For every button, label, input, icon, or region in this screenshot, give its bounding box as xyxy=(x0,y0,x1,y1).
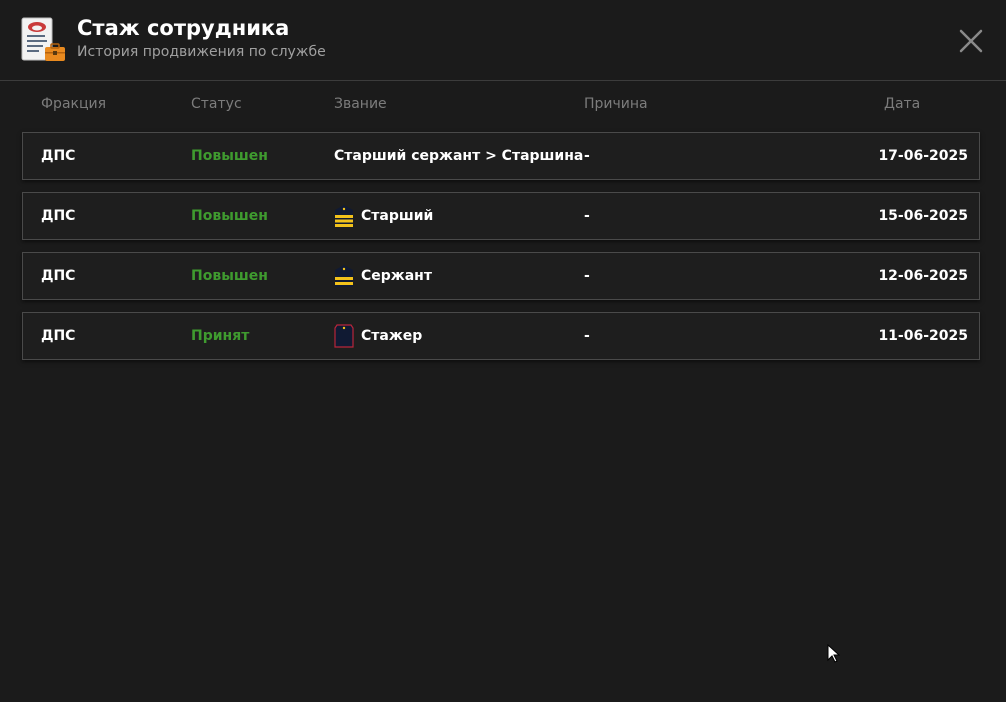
table-header: Фракция Статус Звание Причина Дата xyxy=(22,96,980,116)
document-briefcase-icon xyxy=(21,17,65,61)
rank-label: Стажер xyxy=(361,328,423,344)
date-cell: 15-06-2025 xyxy=(878,208,968,224)
reason-cell: - xyxy=(584,208,590,224)
status-cell: Повышен xyxy=(191,268,268,284)
faction-cell: ДПС xyxy=(41,148,76,164)
table-row: ДПС Принят Стажер - 11-06-2025 xyxy=(22,312,980,360)
table-row: ДПС Повышен Старший - 15-06-2025 xyxy=(22,192,980,240)
page-title: Стаж сотрудника xyxy=(77,16,290,40)
column-header-faction: Фракция xyxy=(41,96,107,112)
page-subtitle: История продвижения по службе xyxy=(77,44,326,60)
mouse-cursor-icon xyxy=(827,644,840,663)
column-header-rank: Звание xyxy=(334,96,387,112)
reason-cell: - xyxy=(584,268,590,284)
status-cell: Повышен xyxy=(191,208,268,224)
date-cell: 11-06-2025 xyxy=(878,328,968,344)
rank-label: Старший сержант > Старшина xyxy=(334,148,584,164)
table-row: ДПС Повышен Сержант - 12-06-2025 xyxy=(22,252,980,300)
rank-cell: Стажер xyxy=(334,313,422,359)
close-icon[interactable] xyxy=(956,26,986,56)
column-header-reason: Причина xyxy=(584,96,648,112)
shoulder-board-stripes-icon xyxy=(335,265,353,287)
seniority-window: Стаж сотрудника История продвижения по с… xyxy=(0,0,1006,702)
faction-cell: ДПС xyxy=(41,328,76,344)
shoulder-board-trainee-icon xyxy=(334,324,354,348)
faction-cell: ДПС xyxy=(41,268,76,284)
reason-cell: - xyxy=(584,328,590,344)
table-row: ДПС Повышен Старший сержант > Старшина -… xyxy=(22,132,980,180)
rank-cell: Старший xyxy=(334,193,433,239)
date-cell: 17-06-2025 xyxy=(878,148,968,164)
date-cell: 12-06-2025 xyxy=(878,268,968,284)
rank-cell: Старший сержант > Старшина xyxy=(334,133,583,179)
column-header-status: Статус xyxy=(191,96,242,112)
reason-cell: - xyxy=(584,148,590,164)
rank-label: Старший xyxy=(361,208,434,224)
status-cell: Принят xyxy=(191,328,250,344)
rank-cell: Сержант xyxy=(334,253,432,299)
window-header: Стаж сотрудника История продвижения по с… xyxy=(0,0,1006,81)
rank-label: Сержант xyxy=(361,268,432,284)
column-header-date: Дата xyxy=(884,96,921,112)
history-table: ДПС Повышен Старший сержант > Старшина -… xyxy=(22,132,980,372)
shoulder-board-stripes-icon xyxy=(335,205,353,227)
status-cell: Повышен xyxy=(191,148,268,164)
faction-cell: ДПС xyxy=(41,208,76,224)
